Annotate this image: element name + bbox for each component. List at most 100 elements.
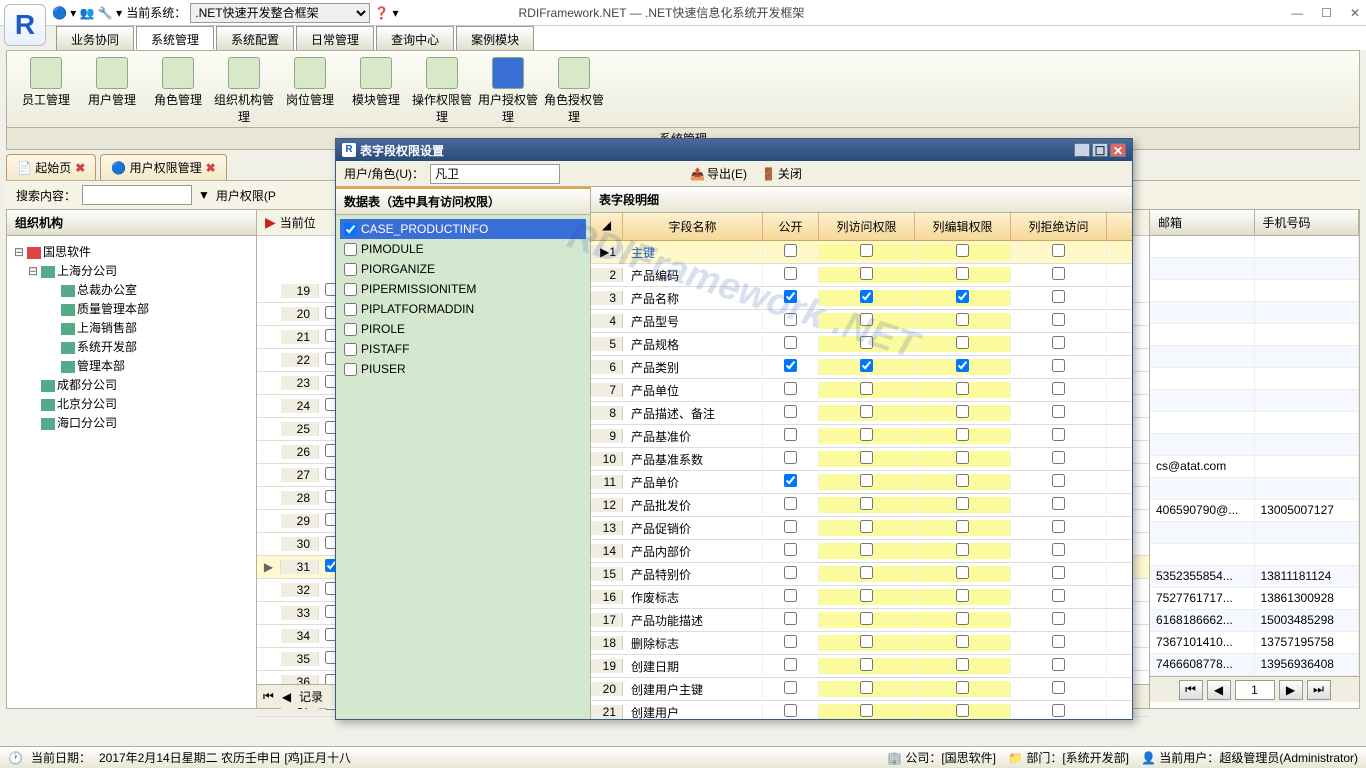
pager-last[interactable]: ⏭: [1307, 680, 1331, 700]
table-item[interactable]: CASE_PRODUCTINFO: [340, 219, 586, 239]
field-row[interactable]: 16作废标志: [591, 586, 1132, 609]
perm-checkbox[interactable]: [860, 405, 873, 418]
perm-checkbox[interactable]: [860, 589, 873, 602]
table-checkbox[interactable]: [344, 263, 357, 276]
table-checkbox[interactable]: [344, 283, 357, 296]
field-row[interactable]: 4产品型号: [591, 310, 1132, 333]
perm-checkbox[interactable]: [860, 313, 873, 326]
user-role-input[interactable]: [430, 164, 560, 184]
field-row[interactable]: 8产品描述、备注: [591, 402, 1132, 425]
field-row[interactable]: 7产品单位: [591, 379, 1132, 402]
perm-checkbox[interactable]: [784, 474, 797, 487]
perm-checkbox[interactable]: [956, 474, 969, 487]
field-row[interactable]: 15产品特别价: [591, 563, 1132, 586]
data-row[interactable]: 406590790@...13005007127: [1150, 500, 1359, 522]
perm-checkbox[interactable]: [860, 635, 873, 648]
perm-checkbox[interactable]: [860, 290, 873, 303]
table-checkbox[interactable]: [344, 303, 357, 316]
perm-checkbox[interactable]: [956, 681, 969, 694]
perm-checkbox[interactable]: [860, 497, 873, 510]
field-row[interactable]: 3产品名称: [591, 287, 1132, 310]
perm-checkbox[interactable]: [1052, 520, 1065, 533]
data-row[interactable]: cs@atat.com: [1150, 456, 1359, 478]
data-row[interactable]: [1150, 346, 1359, 368]
system-select[interactable]: .NET快速开发整合框架: [190, 3, 370, 23]
field-row[interactable]: 20创建用户主键: [591, 678, 1132, 701]
perm-checkbox[interactable]: [956, 405, 969, 418]
main-tab-4[interactable]: 查询中心: [376, 26, 454, 50]
table-checkbox[interactable]: [344, 363, 357, 376]
tree-node[interactable]: 成都分公司: [13, 375, 250, 394]
perm-checkbox[interactable]: [784, 359, 797, 372]
table-item[interactable]: PIMODULE: [340, 239, 586, 259]
ribbon-btn-2[interactable]: 角色管理: [147, 55, 209, 123]
close-button[interactable]: 🚪 关闭: [757, 163, 806, 184]
ribbon-btn-1[interactable]: 用户管理: [81, 55, 143, 123]
perm-checkbox[interactable]: [1052, 428, 1065, 441]
tree-node[interactable]: ⊟国思软件: [13, 242, 250, 261]
table-checkbox[interactable]: [344, 223, 357, 236]
perm-checkbox[interactable]: [1052, 589, 1065, 602]
table-item[interactable]: PIROLE: [340, 319, 586, 339]
data-row[interactable]: 7367101410...13757195758: [1150, 632, 1359, 654]
perm-checkbox[interactable]: [860, 336, 873, 349]
maximize-icon[interactable]: ☐: [1321, 6, 1332, 20]
doc-tab-1[interactable]: 🔵 用户权限管理 ✖: [100, 154, 226, 180]
perm-checkbox[interactable]: [1052, 704, 1065, 717]
data-row[interactable]: [1150, 258, 1359, 280]
tree-node[interactable]: ⊟上海分公司: [13, 261, 250, 280]
dialog-minimize[interactable]: _: [1074, 143, 1090, 157]
perm-checkbox[interactable]: [784, 336, 797, 349]
table-item[interactable]: PIPLATFORMADDIN: [340, 299, 586, 319]
data-row[interactable]: 7527761717...13861300928: [1150, 588, 1359, 610]
perm-checkbox[interactable]: [1052, 681, 1065, 694]
pager-first[interactable]: ⏮: [1179, 680, 1203, 700]
perm-checkbox[interactable]: [956, 451, 969, 464]
perm-checkbox[interactable]: [860, 520, 873, 533]
dialog-close[interactable]: ✕: [1110, 143, 1126, 157]
pager-prev[interactable]: ◀: [1207, 680, 1231, 700]
data-row[interactable]: [1150, 434, 1359, 456]
perm-checkbox[interactable]: [956, 267, 969, 280]
field-row[interactable]: 11产品单价: [591, 471, 1132, 494]
field-row[interactable]: 21创建用户: [591, 701, 1132, 719]
perm-checkbox[interactable]: [860, 658, 873, 671]
perm-checkbox[interactable]: [1052, 635, 1065, 648]
tree-node[interactable]: 海口分公司: [13, 413, 250, 432]
data-row[interactable]: [1150, 302, 1359, 324]
perm-checkbox[interactable]: [1052, 313, 1065, 326]
ribbon-btn-3[interactable]: 组织机构管理: [213, 55, 275, 123]
help-icon[interactable]: ❓ ▾: [374, 6, 398, 20]
perm-checkbox[interactable]: [956, 543, 969, 556]
data-row[interactable]: [1150, 280, 1359, 302]
perm-checkbox[interactable]: [956, 382, 969, 395]
perm-checkbox[interactable]: [860, 428, 873, 441]
table-item[interactable]: PIORGANIZE: [340, 259, 586, 279]
perm-checkbox[interactable]: [1052, 405, 1065, 418]
perm-checkbox[interactable]: [860, 359, 873, 372]
field-row[interactable]: 2产品编码: [591, 264, 1132, 287]
perm-checkbox[interactable]: [784, 244, 797, 257]
perm-checkbox[interactable]: [784, 589, 797, 602]
perm-checkbox[interactable]: [1052, 566, 1065, 579]
dialog-titlebar[interactable]: R 表字段权限设置 _ ☐ ✕: [336, 139, 1132, 161]
main-tab-3[interactable]: 日常管理: [296, 26, 374, 50]
perm-checkbox[interactable]: [784, 658, 797, 671]
perm-checkbox[interactable]: [784, 566, 797, 579]
perm-checkbox[interactable]: [956, 566, 969, 579]
perm-checkbox[interactable]: [784, 612, 797, 625]
perm-checkbox[interactable]: [956, 497, 969, 510]
perm-checkbox[interactable]: [1052, 267, 1065, 280]
perm-checkbox[interactable]: [956, 428, 969, 441]
perm-checkbox[interactable]: [860, 704, 873, 717]
field-row[interactable]: 6产品类别: [591, 356, 1132, 379]
perm-checkbox[interactable]: [1052, 543, 1065, 556]
perm-checkbox[interactable]: [956, 704, 969, 717]
perm-checkbox[interactable]: [1052, 382, 1065, 395]
dialog-maximize[interactable]: ☐: [1092, 143, 1108, 157]
perm-checkbox[interactable]: [860, 612, 873, 625]
export-button[interactable]: 📤 导出(E): [686, 163, 751, 184]
data-row[interactable]: 6168186662...15003485298: [1150, 610, 1359, 632]
ribbon-btn-7[interactable]: 用户授权管理: [477, 55, 539, 123]
perm-checkbox[interactable]: [784, 290, 797, 303]
